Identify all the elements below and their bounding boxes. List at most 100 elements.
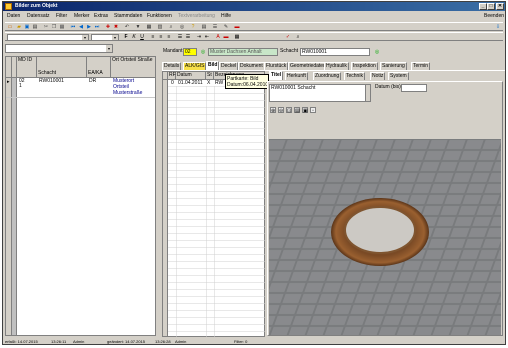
col-header-schacht[interactable]: Schacht <box>37 57 87 78</box>
italic-icon[interactable]: K <box>131 34 137 40</box>
last-icon[interactable]: ⏭ <box>94 24 100 30</box>
delete-icon[interactable]: ✖ <box>113 24 119 30</box>
schacht-field[interactable]: RW010001 <box>300 48 370 56</box>
exit-icon[interactable]: ⇩ <box>495 24 501 30</box>
row-divider <box>6 97 155 98</box>
table-row[interactable]: 02 1 RW010001 DR Musterort Ortsteil Must… <box>17 78 155 97</box>
col-header-md[interactable]: MD ID <box>17 57 37 78</box>
menu-daten[interactable]: Daten <box>7 12 20 21</box>
table-insert-icon[interactable]: ▦ <box>234 34 240 40</box>
binoculars-icon[interactable]: ◎ <box>179 24 185 30</box>
prev-icon[interactable]: ◀ <box>78 24 84 30</box>
align-left-icon[interactable]: ≡ <box>150 34 156 40</box>
tab-inspektion[interactable]: Inspektion <box>351 62 378 70</box>
save-icon[interactable]: ▣ <box>302 107 308 114</box>
menu-funktionen[interactable]: Funktionen <box>147 12 172 21</box>
status-bar: erfaßt: 14.07.2015 13:26:11 Admin geände… <box>3 338 505 345</box>
print-icon[interactable]: ▤ <box>294 107 300 114</box>
paste-icon[interactable]: ▦ <box>59 24 65 30</box>
tab-herkunft[interactable]: Herkunft <box>285 72 308 80</box>
close-button[interactable]: ✕ <box>496 3 504 10</box>
underline-icon[interactable]: U <box>139 34 145 40</box>
indent-icon[interactable]: ⇥ <box>196 34 202 40</box>
mark-icon[interactable]: ▬ <box>234 24 240 30</box>
col-header-datum[interactable]: Datum <box>176 72 206 80</box>
spell-icon[interactable]: ✓ <box>285 34 291 40</box>
zoom-icon[interactable]: ⌕ <box>295 34 301 40</box>
first-icon[interactable]: ⏮ <box>70 24 76 30</box>
col-header-ort[interactable]: Ort Ortsteil Straße <box>111 57 155 78</box>
tab-details[interactable]: Details <box>162 62 182 70</box>
delete-icon[interactable]: ▫ <box>310 107 316 114</box>
tab-bild[interactable]: Bild <box>206 61 220 70</box>
tab-dokument[interactable]: Dokument <box>238 62 265 70</box>
undo-icon[interactable]: ↶ <box>124 24 130 30</box>
tab-termin[interactable]: Termin <box>411 62 431 70</box>
align-center-icon[interactable]: ≡ <box>158 34 164 40</box>
bold-icon[interactable]: F <box>123 34 129 40</box>
menu-stammdaten[interactable]: Stammdaten <box>114 12 142 21</box>
print-icon[interactable]: ▤ <box>32 24 38 30</box>
add-icon[interactable]: ✚ <box>105 24 111 30</box>
color-icon[interactable]: A <box>215 34 221 40</box>
outdent-icon[interactable]: ⇤ <box>204 34 210 40</box>
menu-beenden[interactable]: Beenden <box>484 12 504 21</box>
titel-textarea[interactable]: RW010001 Schacht <box>269 84 371 102</box>
menu-merker[interactable]: Merker <box>74 12 90 21</box>
grid-icon[interactable]: ▥ <box>157 24 163 30</box>
edit-icon[interactable]: ✎ <box>223 24 229 30</box>
open-icon[interactable]: ▰ <box>16 24 22 30</box>
tab-zuordnung[interactable]: Zuordnung <box>313 72 342 80</box>
table-icon[interactable]: ▦ <box>146 24 152 30</box>
app-icon <box>5 3 12 10</box>
datum-field[interactable] <box>401 84 427 92</box>
col-header-eaka[interactable]: EA/KA <box>87 57 111 78</box>
record-selector[interactable]: ▾ <box>5 44 113 53</box>
scrollbar[interactable] <box>365 85 370 101</box>
minimize-button[interactable]: _ <box>479 3 487 10</box>
list-icon[interactable]: ☰ <box>212 24 218 30</box>
tab-notiz[interactable]: Notiz <box>370 72 386 80</box>
tab-system[interactable]: System <box>388 72 409 80</box>
font-size-combo[interactable]: ▾ <box>91 34 119 41</box>
highlight-icon[interactable]: ▬ <box>223 34 229 40</box>
align-right-icon[interactable]: ≡ <box>166 34 172 40</box>
menu-datensatz[interactable]: Datensatz <box>27 12 50 21</box>
bullets-icon[interactable]: ☰ <box>177 34 183 40</box>
tab-geometriedaten[interactable]: Geometriedaten <box>288 62 328 70</box>
font-combo[interactable]: ▾ <box>7 34 89 41</box>
tooltip-line-2: Datum:06.04.2010 <box>227 82 269 88</box>
help-icon[interactable]: ? <box>190 24 196 30</box>
maximize-button[interactable]: □ <box>487 3 495 10</box>
menu-filter[interactable]: Filter <box>56 12 67 21</box>
col-header-st[interactable]: St <box>206 72 214 80</box>
col-header-rf[interactable]: RF <box>168 72 176 80</box>
tab-technik[interactable]: Technik <box>344 72 365 80</box>
status-filter: Filter: 0 <box>234 339 248 344</box>
cell-eaka: DR <box>89 78 97 84</box>
status-geaendert-user: Admin <box>175 339 187 344</box>
filter-icon[interactable]: ▼ <box>135 24 141 30</box>
mandant-field[interactable]: 02 <box>183 48 197 56</box>
numbering-icon[interactable]: ☰ <box>185 34 191 40</box>
zoom-in-icon[interactable]: ⊕ <box>270 107 276 114</box>
binoculars-icon[interactable]: ◎ <box>200 49 206 55</box>
menu-hilfe[interactable]: Hilfe <box>221 12 231 21</box>
tab-flurstueck[interactable]: Flurstück <box>264 62 289 70</box>
tab-deckel[interactable]: Deckel <box>219 62 239 70</box>
cut-icon[interactable]: ✂ <box>43 24 49 30</box>
binoculars-icon[interactable]: ◎ <box>374 49 380 55</box>
fit-icon[interactable]: ⊡ <box>286 107 292 114</box>
new-icon[interactable]: ▭ <box>7 24 13 30</box>
next-icon[interactable]: ▶ <box>86 24 92 30</box>
zoom-out-icon[interactable]: ⊖ <box>278 107 284 114</box>
menu-extras[interactable]: Extras <box>94 12 108 21</box>
tab-titel[interactable]: Titel <box>269 71 284 80</box>
search-icon[interactable]: ⌕ <box>168 24 174 30</box>
tab-hydraulik[interactable]: Hydraulik <box>324 62 349 70</box>
save-icon[interactable]: ▣ <box>24 24 30 30</box>
copy-icon[interactable]: ❐ <box>51 24 57 30</box>
tab-sanierung[interactable]: Sanierung <box>380 62 407 70</box>
calculator-icon[interactable]: ▤ <box>201 24 207 30</box>
tab-alk-gis[interactable]: ALK/GIS <box>183 62 207 70</box>
